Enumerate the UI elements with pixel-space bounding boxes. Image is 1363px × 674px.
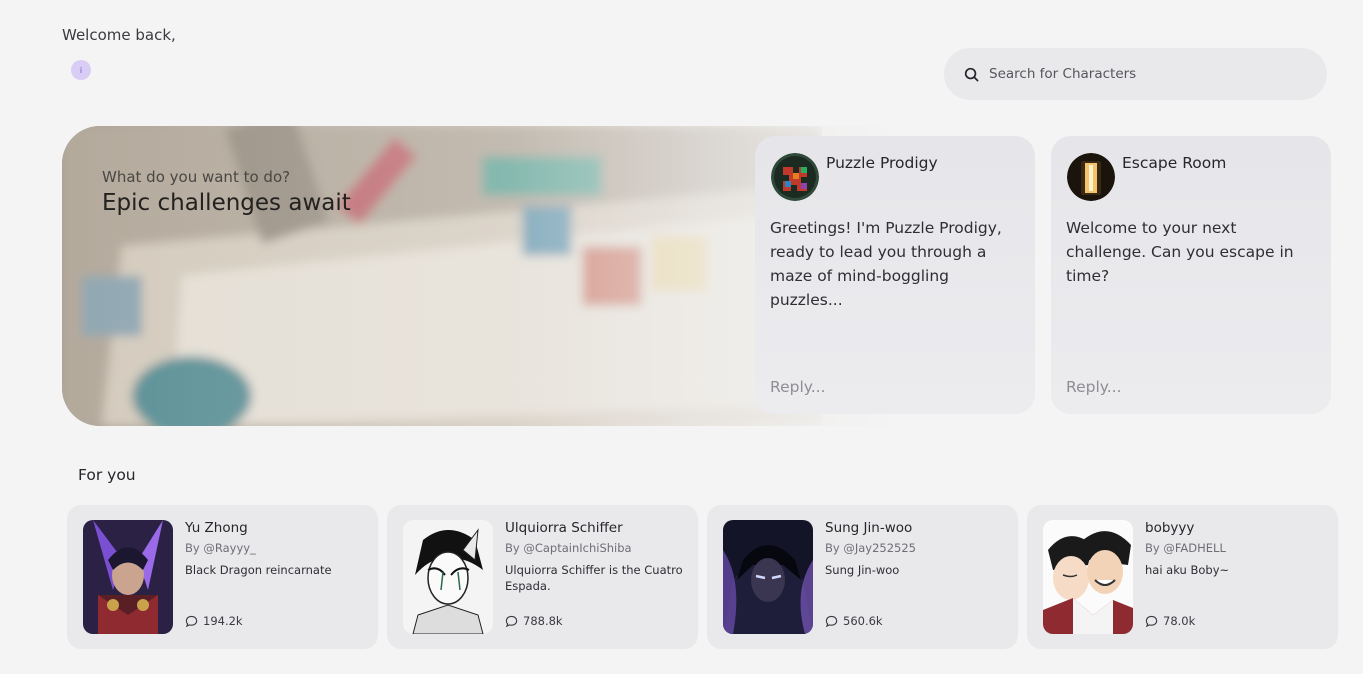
- character-card[interactable]: bobyyy By @FADHELL hai aku Boby~ 78.0k: [1027, 505, 1338, 649]
- character-thumbnail: [83, 520, 173, 634]
- reply-input[interactable]: Reply...: [1066, 378, 1122, 396]
- search-input[interactable]: [989, 66, 1309, 82]
- chat-count-value: 78.0k: [1163, 614, 1196, 628]
- welcome-text: Welcome back,: [62, 26, 176, 44]
- chat-count: 194.2k: [185, 614, 243, 628]
- chat-bubble-icon: [1145, 615, 1158, 627]
- search-icon: [964, 67, 979, 81]
- featured-character-card[interactable]: Escape Room Welcome to your next challen…: [1051, 136, 1331, 414]
- chat-bubble-icon: [185, 615, 198, 627]
- hero-title: Epic challenges await: [102, 190, 351, 216]
- for-you-heading: For you: [78, 466, 136, 484]
- character-avatar: [771, 153, 819, 201]
- reply-input[interactable]: Reply...: [770, 378, 826, 396]
- character-card[interactable]: Yu Zhong By @Rayyy_ Black Dragon reincar…: [67, 505, 378, 649]
- character-author[interactable]: By @CaptainIchiShiba: [505, 541, 632, 555]
- character-description: hai aku Boby~: [1145, 563, 1230, 577]
- chat-count-value: 194.2k: [203, 614, 243, 628]
- featured-character-card[interactable]: Puzzle Prodigy Greetings! I'm Puzzle Pro…: [755, 136, 1035, 414]
- chat-count-value: 560.6k: [843, 614, 883, 628]
- chat-count: 78.0k: [1145, 614, 1195, 628]
- character-greeting: Greetings! I'm Puzzle Prodigy, ready to …: [770, 219, 1002, 309]
- character-thumbnail: [1043, 520, 1133, 634]
- character-author[interactable]: By @Rayyy_: [185, 541, 256, 555]
- home-page: Welcome back, i Search for Characters Wh…: [0, 0, 1363, 674]
- character-avatar: [1067, 153, 1115, 201]
- chat-count-value: 788.8k: [523, 614, 563, 628]
- character-name: Escape Room: [1122, 154, 1227, 172]
- chat-count: 560.6k: [825, 614, 883, 628]
- character-description: Sung Jin-woo: [825, 563, 900, 577]
- character-name: Ulquiorra Schiffer: [505, 520, 623, 536]
- character-author[interactable]: By @FADHELL: [1145, 541, 1226, 555]
- character-description: Black Dragon reincarnate: [185, 563, 332, 577]
- character-greeting: Welcome to your next challenge. Can you …: [1066, 219, 1294, 285]
- character-author[interactable]: By @Jay252525: [825, 541, 916, 555]
- character-card[interactable]: Ulquiorra Schiffer By @CaptainIchiShiba …: [387, 505, 698, 649]
- character-name: bobyyy: [1145, 520, 1195, 536]
- search-bar[interactable]: [944, 48, 1327, 100]
- character-description: Ulquiorra Schiffer is the Cuatro Espada.: [505, 563, 683, 593]
- chat-count: 788.8k: [505, 614, 563, 628]
- character-name: Yu Zhong: [185, 520, 248, 536]
- hero-eyebrow: What do you want to do?: [102, 168, 291, 186]
- character-name: Puzzle Prodigy: [826, 154, 938, 172]
- character-thumbnail: [723, 520, 813, 634]
- user-avatar[interactable]: i: [71, 60, 91, 80]
- character-card[interactable]: Sung Jin-woo By @Jay252525 Sung Jin-woo …: [707, 505, 1018, 649]
- character-name: Sung Jin-woo: [825, 520, 913, 536]
- chat-bubble-icon: [505, 615, 518, 627]
- character-thumbnail: [403, 520, 493, 634]
- chat-bubble-icon: [825, 615, 838, 627]
